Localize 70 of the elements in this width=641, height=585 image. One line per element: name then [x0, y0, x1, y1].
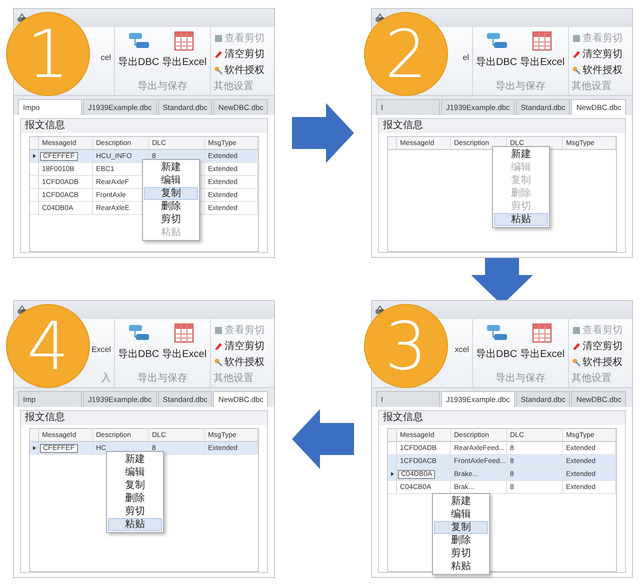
eraser-icon: [214, 50, 223, 58]
menu-item[interactable]: 编辑: [434, 508, 488, 521]
ribbon-button[interactable]: 导出DBC: [476, 323, 518, 361]
key-icon: [572, 66, 581, 74]
key-icon: [214, 66, 223, 74]
group-title: 报文信息: [21, 411, 267, 425]
eraser-icon: [572, 50, 581, 58]
ribbon-button[interactable]: 软件授权: [572, 355, 623, 369]
group-label: 导出与保存: [137, 80, 188, 93]
ribbon-label: xcel: [454, 345, 469, 354]
menu-item[interactable]: 复制: [434, 521, 488, 534]
ribbon-label: Excel: [91, 345, 111, 354]
ribbon-label: cel: [100, 53, 111, 62]
key-icon: [572, 358, 581, 366]
eraser-icon: [214, 342, 223, 350]
spreadsheet-icon: [532, 323, 552, 343]
group-label: 导出与保存: [495, 80, 546, 93]
group-label: 入: [101, 372, 111, 385]
group-label: 其他设置: [214, 80, 254, 93]
menu-item[interactable]: 删除: [108, 492, 162, 505]
ribbon-button[interactable]: 导出DBC: [118, 31, 160, 69]
arrow-icon: [292, 103, 354, 163]
menu-item[interactable]: 新建: [494, 148, 548, 161]
group-label: 导出与保存: [495, 372, 546, 385]
menu-item[interactable]: 粘贴: [434, 560, 488, 573]
database-icon: [128, 323, 150, 343]
spreadsheet-icon: [532, 31, 552, 51]
menu-item[interactable]: 复制: [144, 187, 198, 200]
ribbon-button[interactable]: 软件授权: [572, 63, 623, 77]
menu-item[interactable]: 编辑: [144, 174, 198, 187]
group-title: 报文信息: [379, 119, 625, 133]
group-title: 报文信息: [21, 119, 267, 133]
menu-item[interactable]: 剪切: [108, 505, 162, 518]
group-title: 报文信息: [379, 411, 625, 425]
spreadsheet-icon: [174, 31, 194, 51]
ribbon-button[interactable]: 清空剪切: [572, 47, 623, 61]
arrow-icon: [292, 409, 354, 469]
menu-item[interactable]: 编辑: [108, 466, 162, 479]
eraser-icon: [572, 342, 581, 350]
menu-item[interactable]: 新建: [434, 495, 488, 508]
menu-item[interactable]: 新建: [108, 453, 162, 466]
group-label: 导出与保存: [137, 372, 188, 385]
menu-item[interactable]: 粘贴: [494, 213, 548, 226]
ribbon-button[interactable]: 导出Excel: [520, 31, 565, 69]
menu-item[interactable]: 删除: [144, 200, 198, 213]
group-label: 其他设置: [572, 372, 612, 385]
ribbon-button[interactable]: 导出DBC: [476, 31, 518, 69]
database-icon: [486, 323, 508, 343]
ribbon-button[interactable]: 清空剪切: [214, 339, 265, 353]
database-icon: [486, 31, 508, 51]
menu-item[interactable]: 剪切: [144, 213, 198, 226]
ribbon-button[interactable]: 软件授权: [214, 63, 265, 77]
spreadsheet-icon: [174, 323, 194, 343]
menu-item[interactable]: 剪切: [434, 547, 488, 560]
database-icon: [128, 31, 150, 51]
ribbon-button[interactable]: 软件授权: [214, 355, 265, 369]
ribbon-label: el: [462, 53, 469, 62]
ribbon-button[interactable]: 导出Excel: [162, 323, 207, 361]
ribbon-button[interactable]: 导出DBC: [118, 323, 160, 361]
key-icon: [214, 358, 223, 366]
ribbon-button[interactable]: 导出Excel: [162, 31, 207, 69]
menu-item[interactable]: 粘贴: [108, 518, 162, 531]
group-label: 其他设置: [214, 372, 254, 385]
menu-item[interactable]: 删除: [434, 534, 488, 547]
ribbon-button[interactable]: 清空剪切: [572, 339, 623, 353]
group-label: 其他设置: [572, 80, 612, 93]
menu-item[interactable]: 新建: [144, 161, 198, 174]
ribbon-button[interactable]: 清空剪切: [214, 47, 265, 61]
menu-item[interactable]: 复制: [108, 479, 162, 492]
ribbon-button[interactable]: 导出Excel: [520, 323, 565, 361]
